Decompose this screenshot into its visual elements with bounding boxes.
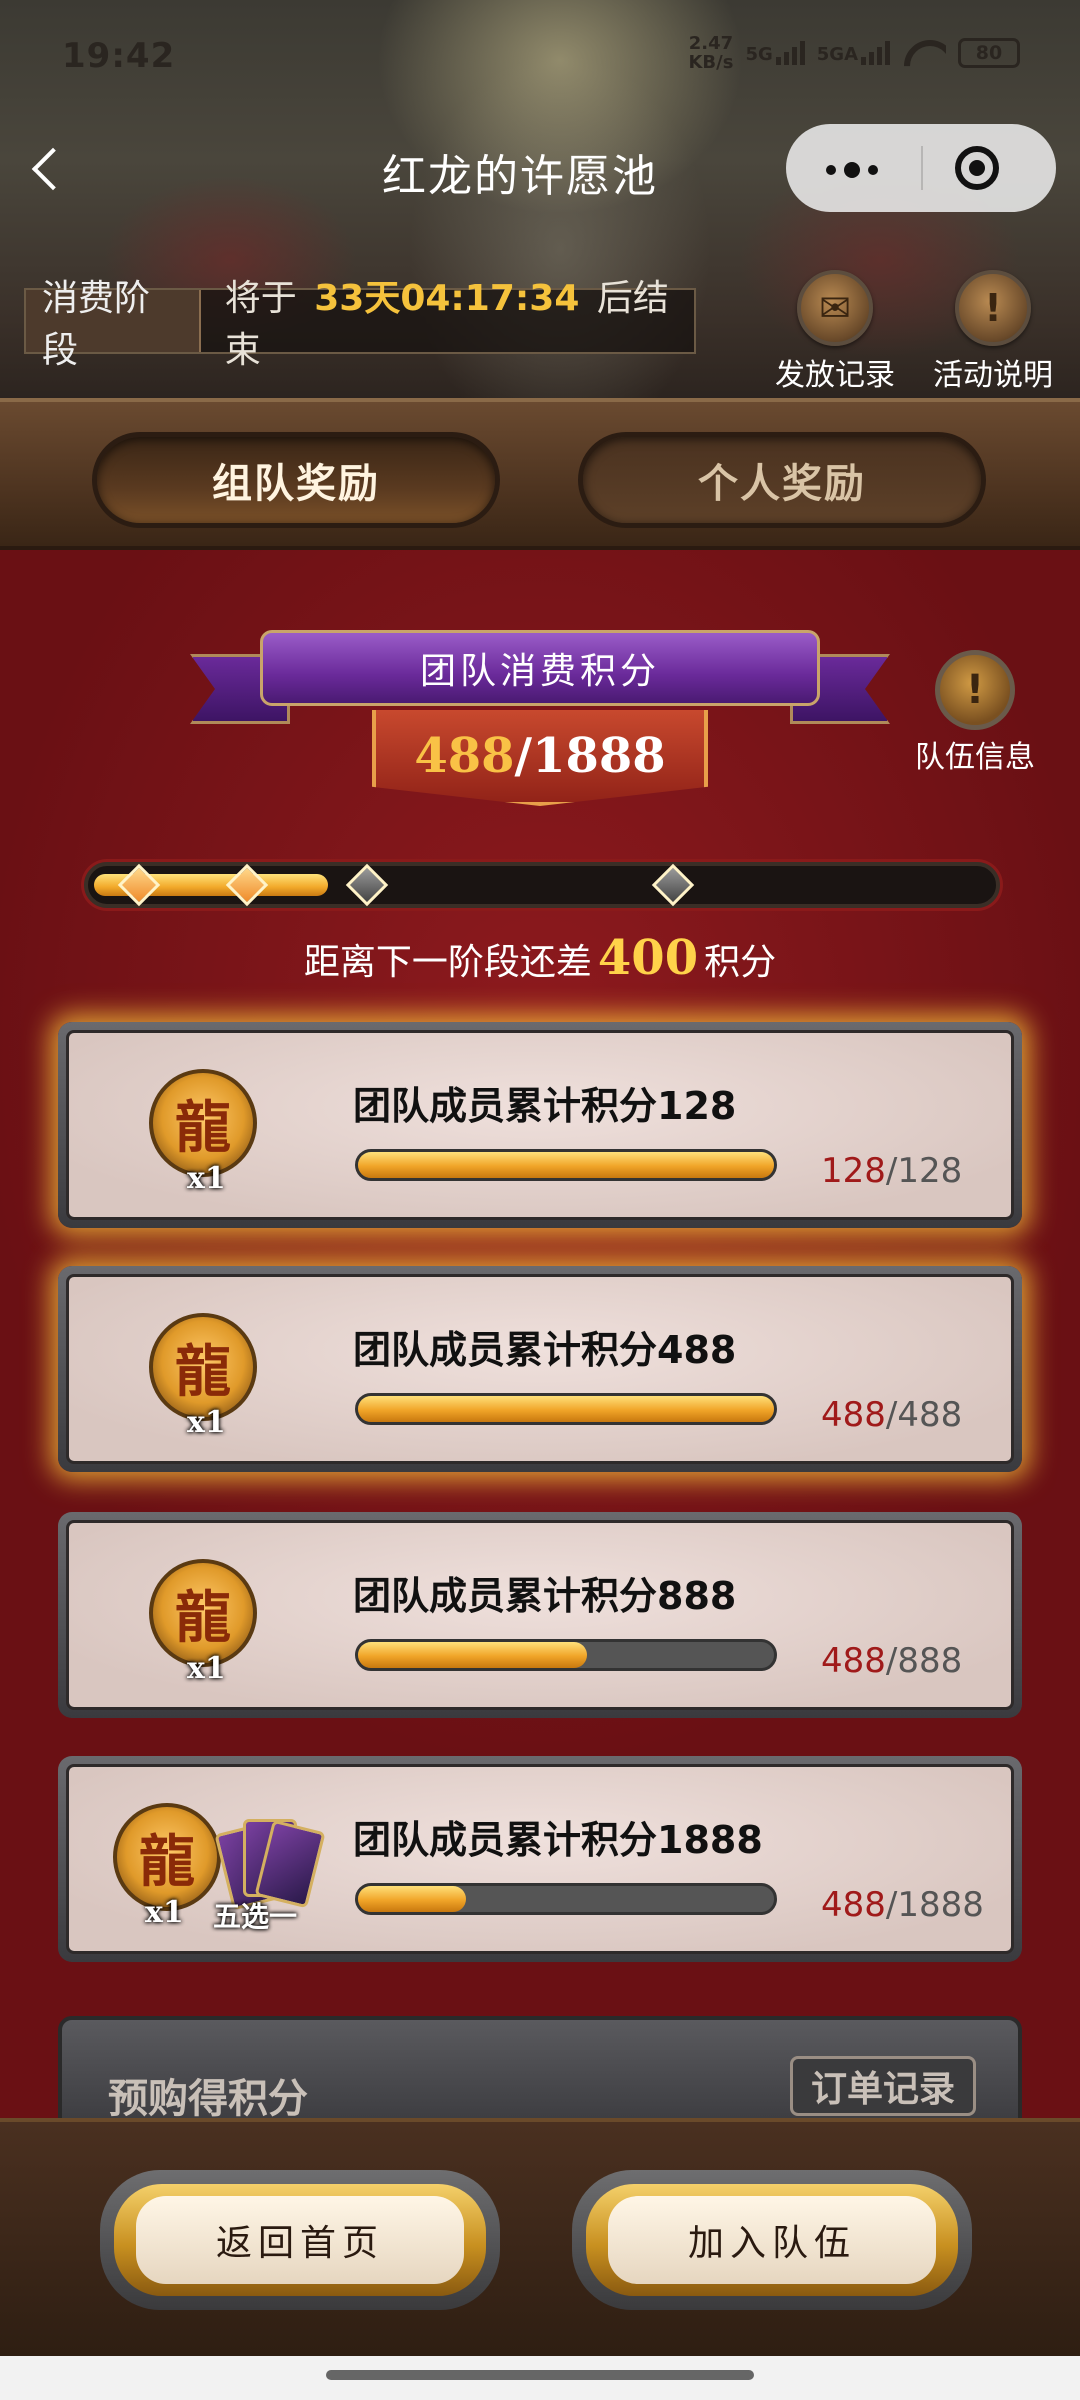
reward-progress-target: /488 [885,1395,963,1435]
status-icons: 2.47 KB/s 5G 5GA 80 [688,34,1020,72]
reward-qty: x1 [187,1651,226,1686]
reward-qty: x1 [187,1405,226,1440]
reward-progress-fill [358,1886,467,1912]
milestone-gem-icon [225,863,269,907]
reward-progress-current: 128 [821,1151,886,1191]
phase-prefix: 将于 [224,278,297,319]
tab-personal-reward[interactable]: 个人奖励 [578,432,986,528]
milestone-gem-icon [651,863,695,907]
battery-icon: 80 [958,38,1020,68]
reward-label: 团队成员累计积分1888 [353,1818,763,1862]
next-stage-hint: 距离下一阶段还差 400 积分 [0,930,1080,986]
reward-progress-text: 128/128 [821,1151,962,1191]
info-book-icon: ! [935,650,1015,730]
header-art: 19:42 2.47 KB/s 5G 5GA 80 红龙的许愿池 消费阶段 将于… [0,0,1080,400]
reward-label: 团队成员累计积分488 [353,1328,737,1372]
reward-progress-target: /1888 [885,1885,984,1925]
reward-card-3: 龍 x1 团队成员累计积分888 488/888 [58,1512,1022,1718]
mini-program-capsule [786,124,1056,212]
reward-qty: x1 [145,1895,184,1930]
net-speed: 2.47 KB/s [688,34,733,72]
reward-label: 团队成员累计积分128 [353,1084,737,1128]
phase-tag: 消费阶段 [26,278,201,371]
activity-info-button[interactable]: ! 活动说明 [918,270,1068,394]
reward-progress-fill [358,1396,774,1422]
reward-progress-target: /128 [885,1151,963,1191]
target-circle-icon [955,146,999,190]
distribution-record-button[interactable]: ✉ 发放记录 [760,270,910,394]
hint-amount: 400 [597,930,699,986]
team-score-total: /1888 [514,728,666,784]
team-score-value: 488/1888 [372,710,708,806]
reward-qty: x1 [187,1161,226,1196]
team-reward-panel: 团队消费积分 488/1888 ! 队伍信息 距离下一阶段还差 400 积分 龍 x… [0,550,1080,2136]
signal-5ga-icon: 5GA [817,41,890,65]
close-button[interactable] [921,124,1056,212]
reward-progress-target: /888 [885,1641,963,1681]
signal-1-label: 5G [745,44,773,65]
phase-text: 将于 33天04:17:34 后结束 [201,269,694,373]
system-nav-bar [0,2356,1080,2400]
signal-2-label: 5GA [816,44,858,65]
team-score-current: 488 [414,728,515,784]
tab-team-reward[interactable]: 组队奖励 [92,432,500,528]
team-info-button[interactable]: ! 队伍信息 [900,650,1050,776]
reward-progress-current: 488 [821,1395,886,1435]
wifi-icon [902,38,946,68]
milestone-gem-icon [117,863,161,907]
home-indicator[interactable] [326,2370,754,2380]
reward-progress-bar [355,1883,777,1915]
reward-tabs: 组队奖励 个人奖励 [0,398,1080,550]
reward-progress-fill [358,1152,774,1178]
reward-pick-label: 五选一 [213,1900,298,1933]
team-score-title: 团队消费积分 [260,630,820,706]
reward-progress-text: 488/1888 [821,1885,984,1925]
reward-label: 团队成员累计积分888 [353,1574,737,1618]
activity-info-label: 活动说明 [933,358,1053,393]
card-pack-icon [214,1807,326,1911]
reward-progress-bar [355,1393,777,1425]
signal-5g-icon: 5G [745,41,805,65]
reward-card-1: 龍 x1 团队成员累计积分128 128/128 [58,1022,1022,1228]
team-progress-track [84,862,1000,908]
join-team-button[interactable]: 加入队伍 [572,2170,972,2310]
info-book-icon: ! [955,270,1031,346]
status-time: 19:42 [62,36,176,76]
reward-progress-fill [358,1642,587,1668]
back-home-button[interactable]: 返回首页 [100,2170,500,2310]
reward-progress-text: 488/888 [821,1641,962,1681]
net-speed-value: 2.47 [688,33,734,54]
reward-progress-current: 488 [821,1641,886,1681]
back-home-label: 返回首页 [136,2196,464,2284]
reward-progress-text: 488/488 [821,1395,962,1435]
reward-progress-current: 488 [821,1885,886,1925]
reward-progress-bar [355,1149,777,1181]
team-info-label: 队伍信息 [915,740,1035,775]
reward-card-4: 龍 x1 五选一 团队成员累计积分1888 488/1888 [58,1756,1022,1962]
join-team-label: 加入队伍 [608,2196,936,2284]
reward-card-2: 龍 x1 团队成员累计积分488 488/488 [58,1266,1022,1472]
hint-prefix: 距离下一阶段还差 [303,942,592,983]
scroll-icon: ✉ [797,270,873,346]
more-dots-icon [826,162,878,178]
hint-suffix: 积分 [704,942,777,983]
phase-countdown: 消费阶段 将于 33天04:17:34 后结束 [24,278,696,371]
milestone-gem-icon [345,863,389,907]
order-record-button[interactable]: 订单记录 [790,2056,976,2116]
preorder-title: 预购得积分 [108,2076,308,2122]
reward-progress-bar [355,1639,777,1671]
more-button[interactable] [786,124,921,212]
footer-bar: 返回首页 加入队伍 [0,2118,1080,2358]
net-speed-unit: KB/s [688,52,734,73]
phase-time: 33天04:17:34 [314,278,580,319]
distribution-record-label: 发放记录 [775,358,895,393]
